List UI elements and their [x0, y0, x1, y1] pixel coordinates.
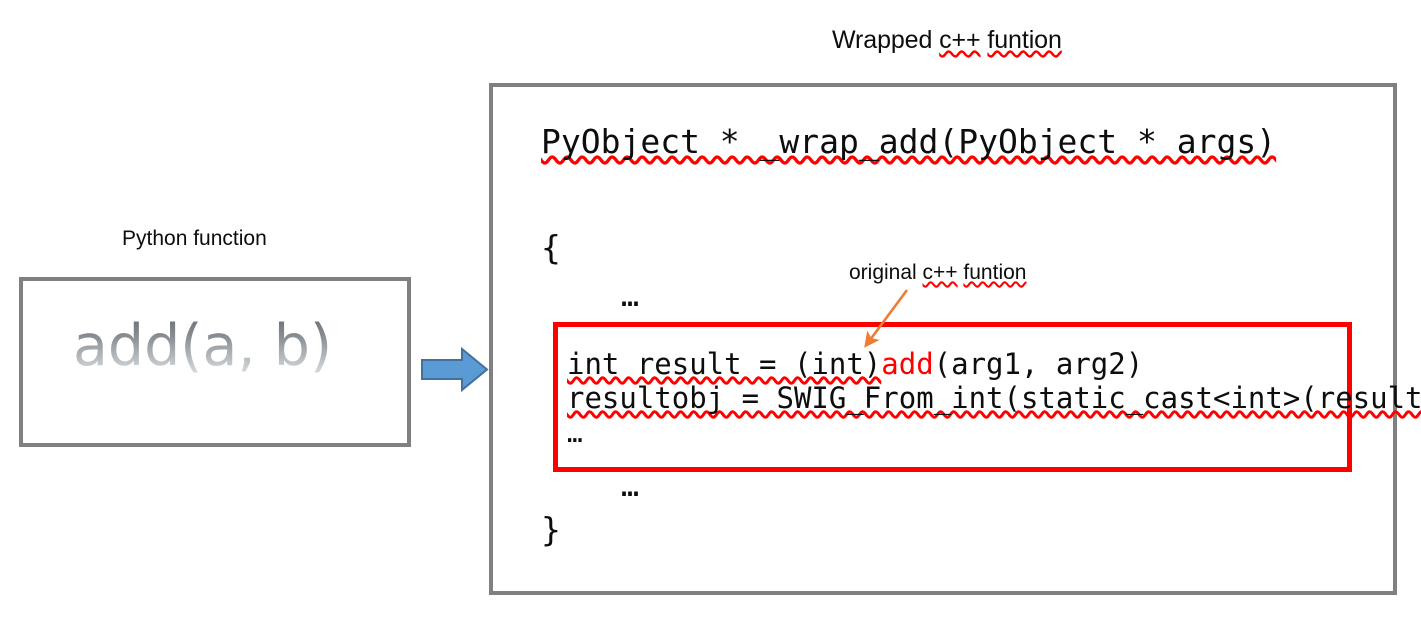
python-function-label: Python function [122, 227, 267, 250]
wrapped-function-title: Wrapped c++ funtion [832, 26, 1062, 55]
code-line-1-before: int result = (int) [567, 347, 882, 381]
annotation-term-cpp: c++ [922, 261, 958, 284]
python-function-code: add(a, b) [73, 313, 333, 379]
python-function-box: add(a, b) [19, 277, 411, 447]
ellipsis-inside-highlight: … [567, 419, 583, 449]
brace-close: } [541, 510, 561, 549]
wrapped-function-signature: PyObject * _wrap_add(PyObject * args) [541, 122, 1341, 161]
annotation-prefix: original [849, 261, 923, 284]
right-arrow-icon [421, 347, 489, 392]
wrapped-title-prefix: Wrapped [832, 26, 940, 54]
brace-open: { [541, 228, 561, 267]
wrapped-title-term-funtion: funtion [987, 26, 1062, 54]
signature-text: PyObject * _wrap_add(PyObject * args) [541, 122, 1277, 161]
code-line-result-assignment: int result = (int)add(arg1, arg2) [567, 347, 1143, 381]
original-cpp-call: add [881, 347, 934, 381]
ellipsis-before-highlight: … [621, 279, 640, 314]
code-line-2-text: resultobj = SWIG_From_int(static_cast<in… [567, 381, 1421, 415]
wrapped-title-term-cpp: c++ [939, 26, 981, 54]
code-line-1-after: (arg1, arg2) [933, 347, 1144, 381]
code-line-resultobj-assignment: resultobj = SWIG_From_int(static_cast<in… [567, 381, 1421, 415]
annotation-term-funtion: funtion [963, 261, 1027, 284]
highlighted-code-block: int result = (int)add(arg1, arg2) result… [553, 322, 1421, 472]
original-cpp-annotation-label: original c++ funtion [849, 261, 1026, 285]
ellipsis-after-highlight: … [621, 469, 640, 504]
